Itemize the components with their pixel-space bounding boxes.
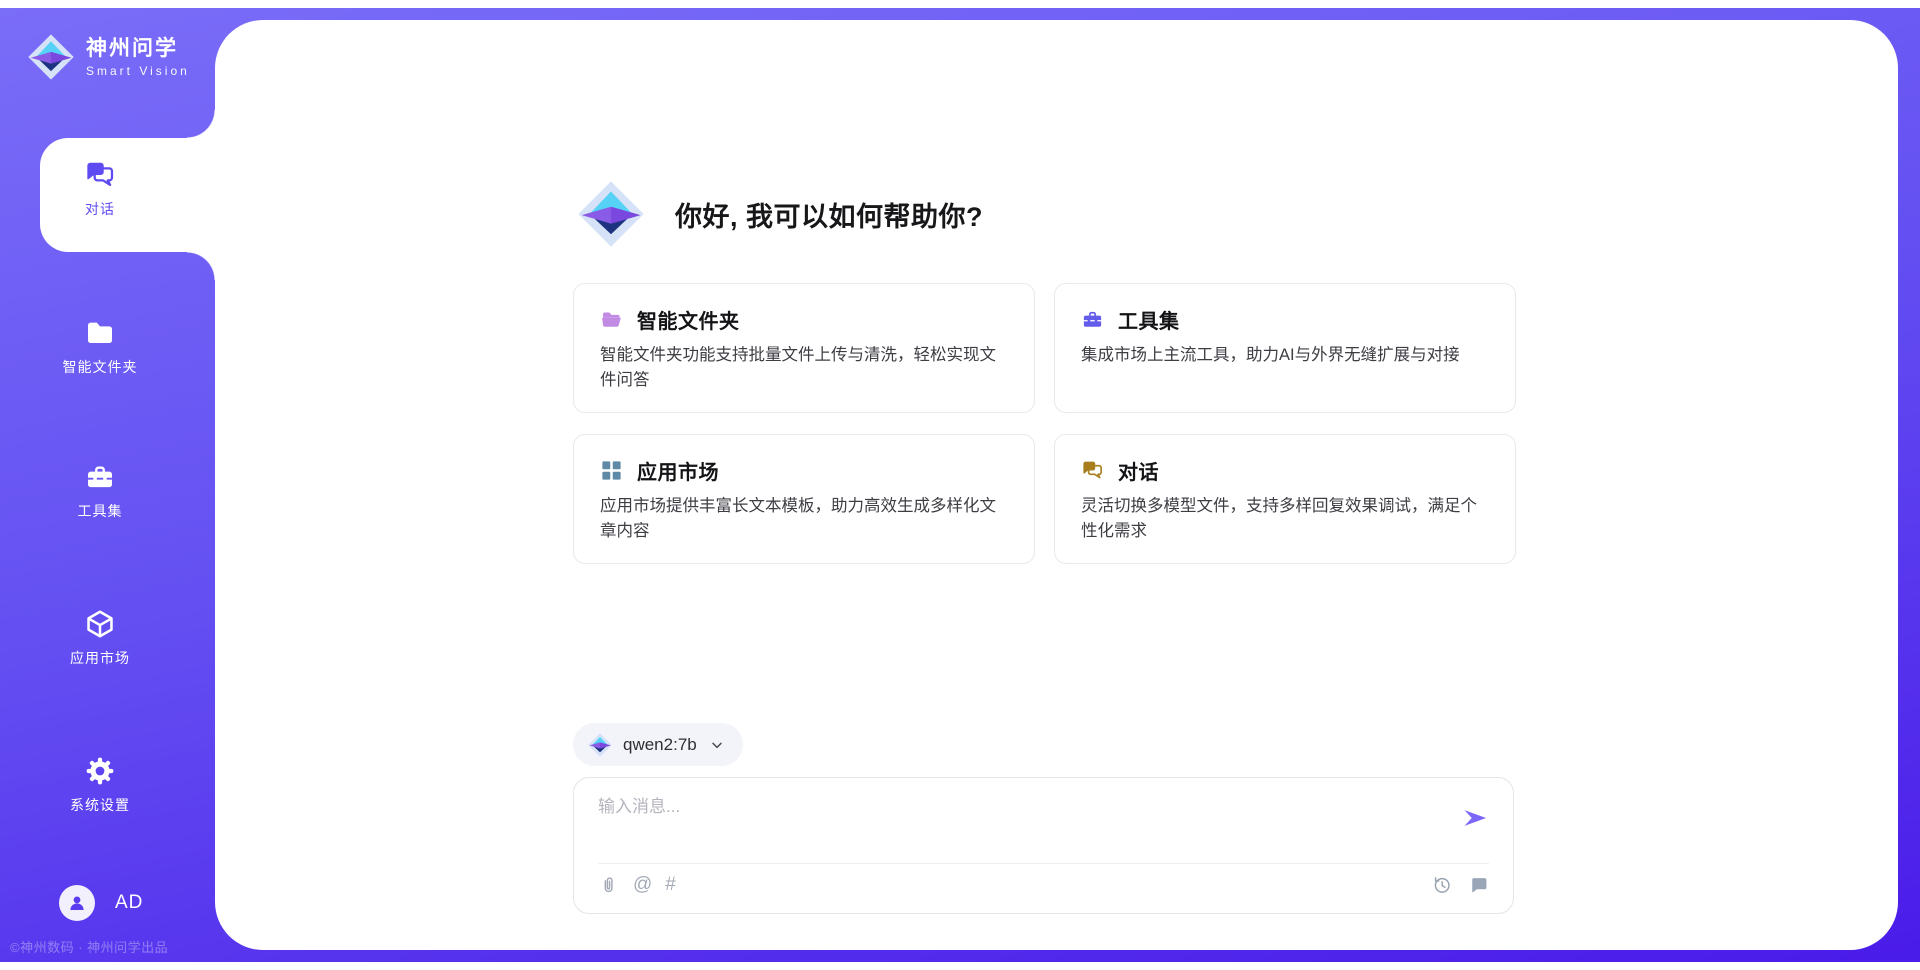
chevron-down-icon (709, 737, 725, 753)
sidebar-item-chat[interactable]: 对话 (0, 138, 200, 252)
sidebar-item-label: 系统设置 (70, 795, 130, 815)
card-title: 智能文件夹 (637, 305, 740, 334)
user-account[interactable]: AD (59, 885, 143, 921)
message-composer: @ # (573, 777, 1514, 914)
sidebar-item-label: 工具集 (78, 501, 123, 521)
folder-open-icon (600, 308, 623, 331)
card-toolset[interactable]: 工具集 集成市场上主流工具，助力AI与外界无缝扩展与对接 (1054, 283, 1516, 413)
brand-name: 神州问学 (86, 36, 190, 61)
message-input[interactable] (598, 792, 1438, 852)
chat-icon (84, 159, 116, 191)
card-smart-folder[interactable]: 智能文件夹 智能文件夹功能支持批量文件上传与清洗，轻松实现文件问答 (573, 283, 1035, 413)
mention-icon[interactable]: @ (633, 874, 652, 896)
card-title: 应用市场 (637, 456, 719, 485)
sidebar-item-smart-folder[interactable]: 智能文件夹 (0, 296, 200, 410)
composer-divider (598, 863, 1489, 864)
card-description: 集成市场上主流工具，助力AI与外界无缝扩展与对接 (1081, 343, 1489, 368)
card-app-market[interactable]: 应用市场 应用市场提供丰富长文本模板，助力高效生成多样化文章内容 (573, 434, 1035, 564)
brand-gem-icon (26, 32, 76, 82)
sidebar-item-label: 对话 (85, 199, 115, 219)
app-background: 神州问学 Smart Vision 对话 智能文件夹 (0, 8, 1920, 962)
card-chat[interactable]: 对话 灵活切换多模型文件，支持多样回复效果调试，满足个性化需求 (1054, 434, 1516, 564)
card-title: 工具集 (1118, 305, 1180, 334)
sidebar-item-app-market[interactable]: 应用市场 (0, 587, 200, 701)
greeting: 你好, 我可以如何帮助你? (575, 178, 983, 250)
send-icon[interactable] (1461, 804, 1489, 832)
greeting-text: 你好, 我可以如何帮助你? (675, 195, 983, 234)
assistant-gem-icon (575, 178, 647, 250)
toolbox-icon (84, 461, 116, 493)
grid-cube-icon (600, 459, 623, 482)
hashtag-icon[interactable]: # (665, 874, 676, 896)
sidebar-item-label: 应用市场 (70, 648, 130, 668)
cube-icon (84, 608, 116, 640)
card-description: 智能文件夹功能支持批量文件上传与清洗，轻松实现文件问答 (600, 343, 1008, 393)
user-initials: AD (115, 892, 143, 914)
feedback-bubble-icon[interactable] (1467, 874, 1489, 896)
person-icon (66, 892, 88, 914)
card-description: 灵活切换多模型文件，支持多样回复效果调试，满足个性化需求 (1081, 494, 1489, 544)
model-gem-icon (587, 732, 613, 758)
feature-cards: 智能文件夹 智能文件夹功能支持批量文件上传与清洗，轻松实现文件问答 工具集 集成… (573, 283, 1516, 564)
card-description: 应用市场提供丰富长文本模板，助力高效生成多样化文章内容 (600, 494, 1008, 544)
copyright-footer: ©神州数码 · 神州问学出品 (10, 937, 215, 956)
chat-icon (1081, 459, 1104, 482)
sidebar-item-label: 智能文件夹 (63, 357, 138, 377)
brand-logo[interactable]: 神州问学 Smart Vision (26, 32, 190, 82)
card-title: 对话 (1118, 456, 1159, 485)
brand-subtitle: Smart Vision (86, 64, 190, 78)
folder-icon (84, 317, 116, 349)
avatar (59, 885, 95, 921)
active-tab-fillet-bottom (187, 252, 215, 280)
gear-icon (84, 755, 116, 787)
model-selector[interactable]: qwen2:7b (573, 723, 743, 766)
attachment-icon[interactable] (598, 874, 620, 896)
model-name: qwen2:7b (623, 735, 697, 755)
sidebar-item-settings[interactable]: 系统设置 (0, 734, 200, 848)
toolbox-icon (1081, 308, 1104, 331)
sidebar-item-toolset[interactable]: 工具集 (0, 440, 200, 554)
active-tab-fillet-top (187, 110, 215, 138)
history-icon[interactable] (1431, 874, 1453, 896)
